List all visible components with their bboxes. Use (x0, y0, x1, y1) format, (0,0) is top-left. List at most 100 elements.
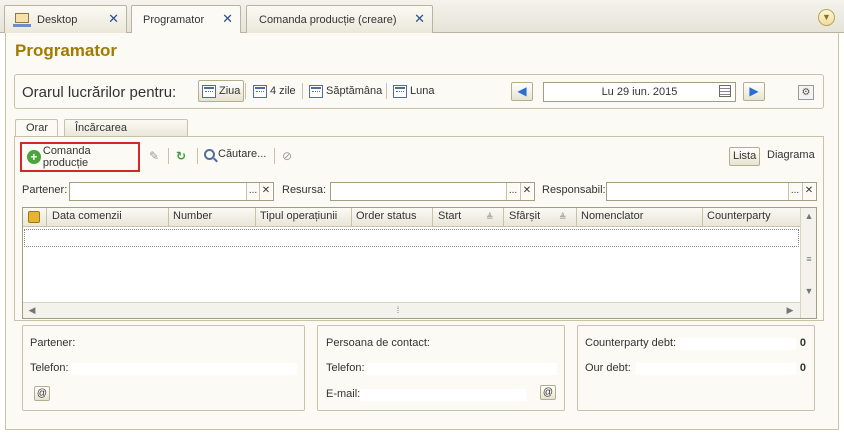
divider (302, 83, 303, 99)
column-divider (576, 208, 577, 227)
lock-icon (28, 211, 40, 223)
chevron-down-icon[interactable]: ▼ (818, 9, 835, 26)
edit-pencil-icon[interactable]: ✎ (149, 149, 159, 163)
add-production-order-button[interactable]: + Comanda producție (20, 142, 140, 172)
divider (245, 83, 246, 99)
tab-resource-load[interactable]: Încărcarea resurselor (64, 119, 188, 150)
add-production-order-label: Comanda producție (42, 145, 91, 169)
calendar-month-icon (393, 84, 407, 98)
tab-programator-label: Programator (143, 14, 205, 26)
partner-select-button[interactable]: ... (246, 183, 259, 200)
refresh-icon[interactable]: ↻ (176, 149, 186, 163)
desktop-icon (13, 12, 31, 28)
column-divider (503, 208, 504, 227)
prev-date-button[interactable]: ◀ (511, 82, 533, 101)
tab-desktop[interactable]: Desktop ✕ (4, 5, 127, 33)
divider (197, 148, 198, 164)
tab-production-order[interactable]: Comanda producție (creare) ✕ (246, 5, 433, 33)
sort-icon: ≜ (486, 212, 494, 222)
next-date-button[interactable]: ▶ (743, 82, 765, 101)
close-icon[interactable]: ✕ (108, 12, 119, 25)
responsible-filter-input[interactable] (606, 182, 817, 201)
calendar-day-icon (202, 84, 216, 98)
contact-phone-label: Telefon: (326, 362, 365, 374)
scroll-up-icon[interactable]: ▲ (802, 211, 816, 221)
scroll-down-icon[interactable]: ▼ (802, 286, 816, 296)
table-row[interactable] (24, 229, 799, 247)
column-header-operation-type[interactable]: Tipul operațiunii (260, 210, 337, 222)
scroll-right-icon[interactable]: ▶ (783, 305, 797, 316)
phone-value (71, 363, 297, 375)
divider (274, 148, 275, 164)
view-month-button[interactable]: Luna (390, 80, 437, 102)
vertical-scrollbar[interactable]: ▲ ≡ ▼ (800, 208, 816, 318)
column-divider (432, 208, 433, 227)
contact-email-value (360, 389, 527, 401)
tab-desktop-label: Desktop (37, 13, 78, 26)
partner-label: Partener: (30, 337, 76, 349)
search-icon (204, 148, 215, 160)
scroll-left-icon[interactable]: ◀ (25, 305, 39, 316)
resource-select-button[interactable]: ... (506, 183, 519, 200)
close-icon[interactable]: ✕ (222, 12, 233, 25)
partner-filter-label: Partener: (22, 184, 68, 196)
arrow-left-icon: ◀ (517, 84, 527, 98)
column-header-date[interactable]: Data comenzii (52, 210, 122, 222)
partner-clear-icon[interactable]: ✕ (259, 183, 272, 200)
send-email-icon[interactable]: @ (540, 385, 556, 400)
divider (386, 83, 387, 99)
column-divider (702, 208, 703, 227)
view-week-button[interactable]: Săptămâna (306, 80, 385, 102)
divider (168, 148, 169, 164)
page-title: Programator (15, 41, 118, 60)
contact-phone-value (366, 363, 557, 375)
column-header-end[interactable]: Sfârșit (509, 210, 540, 222)
diagram-view-button[interactable]: Diagrama (767, 149, 815, 161)
close-icon[interactable]: ✕ (414, 12, 425, 25)
list-view-button[interactable]: Lista (729, 147, 761, 166)
view-4days-label: 4 zile (270, 85, 296, 97)
column-header-counterparty[interactable]: Counterparty (707, 210, 771, 222)
view-day-label: Ziua (219, 85, 241, 97)
contact-email-label: E-mail: (326, 388, 361, 400)
column-divider (351, 208, 352, 227)
column-header-start[interactable]: Start (438, 210, 461, 222)
column-divider (46, 208, 47, 227)
counterparty-debt-value: 0 (799, 337, 806, 349)
resource-filter-input[interactable] (330, 182, 535, 201)
tab-orar[interactable]: Orar (15, 119, 58, 137)
column-divider (255, 208, 256, 227)
tab-programator[interactable]: Programator ✕ (131, 5, 241, 34)
tab-production-order-label: Comanda producție (creare) (259, 13, 397, 26)
column-header-nomenclature[interactable]: Nomenclator (581, 210, 643, 222)
calendar-picker-icon[interactable] (719, 85, 731, 97)
resource-filter-label: Resursa: (282, 184, 327, 196)
phone-label: Telefon: (30, 362, 69, 374)
settings-icon[interactable]: ⚙ (798, 85, 814, 100)
view-4days-button[interactable]: 4 zile (250, 80, 299, 102)
view-day-button[interactable]: Ziua (198, 80, 245, 102)
schedule-label: Orarul lucrărilor pentru: (22, 84, 177, 101)
scroll-thumb-icon[interactable]: ≡ (802, 254, 816, 264)
view-month-label: Luna (410, 85, 435, 97)
responsible-select-button[interactable]: ... (788, 183, 801, 200)
horizontal-scrollbar[interactable]: ◀ ⁞ ▶ (23, 302, 800, 318)
calendar-week-icon (309, 84, 323, 98)
responsible-filter-label: Responsabil: (542, 184, 606, 196)
column-header-order-status[interactable]: Order status (356, 210, 417, 222)
responsible-clear-icon[interactable]: ✕ (802, 183, 815, 200)
cancel-search-icon[interactable]: ⊘ (282, 149, 292, 163)
arrow-right-icon: ▶ (749, 84, 759, 98)
search-button[interactable]: Căutare... (204, 148, 266, 160)
partner-filter-input[interactable] (69, 182, 274, 201)
search-label: Căutare... (218, 148, 267, 160)
scroll-thumb-icon[interactable]: ⁞ (391, 305, 405, 315)
resource-clear-icon[interactable]: ✕ (520, 183, 533, 200)
column-header-number[interactable]: Number (173, 210, 212, 222)
date-field[interactable]: Lu 29 iun. 2015 (543, 82, 736, 102)
email-icon[interactable]: @ (34, 386, 50, 401)
view-week-label: Săptămâna (326, 85, 383, 97)
column-divider (168, 208, 169, 227)
counterparty-debt-label: Counterparty debt: (585, 337, 677, 349)
our-debt-value: 0 (799, 362, 806, 374)
